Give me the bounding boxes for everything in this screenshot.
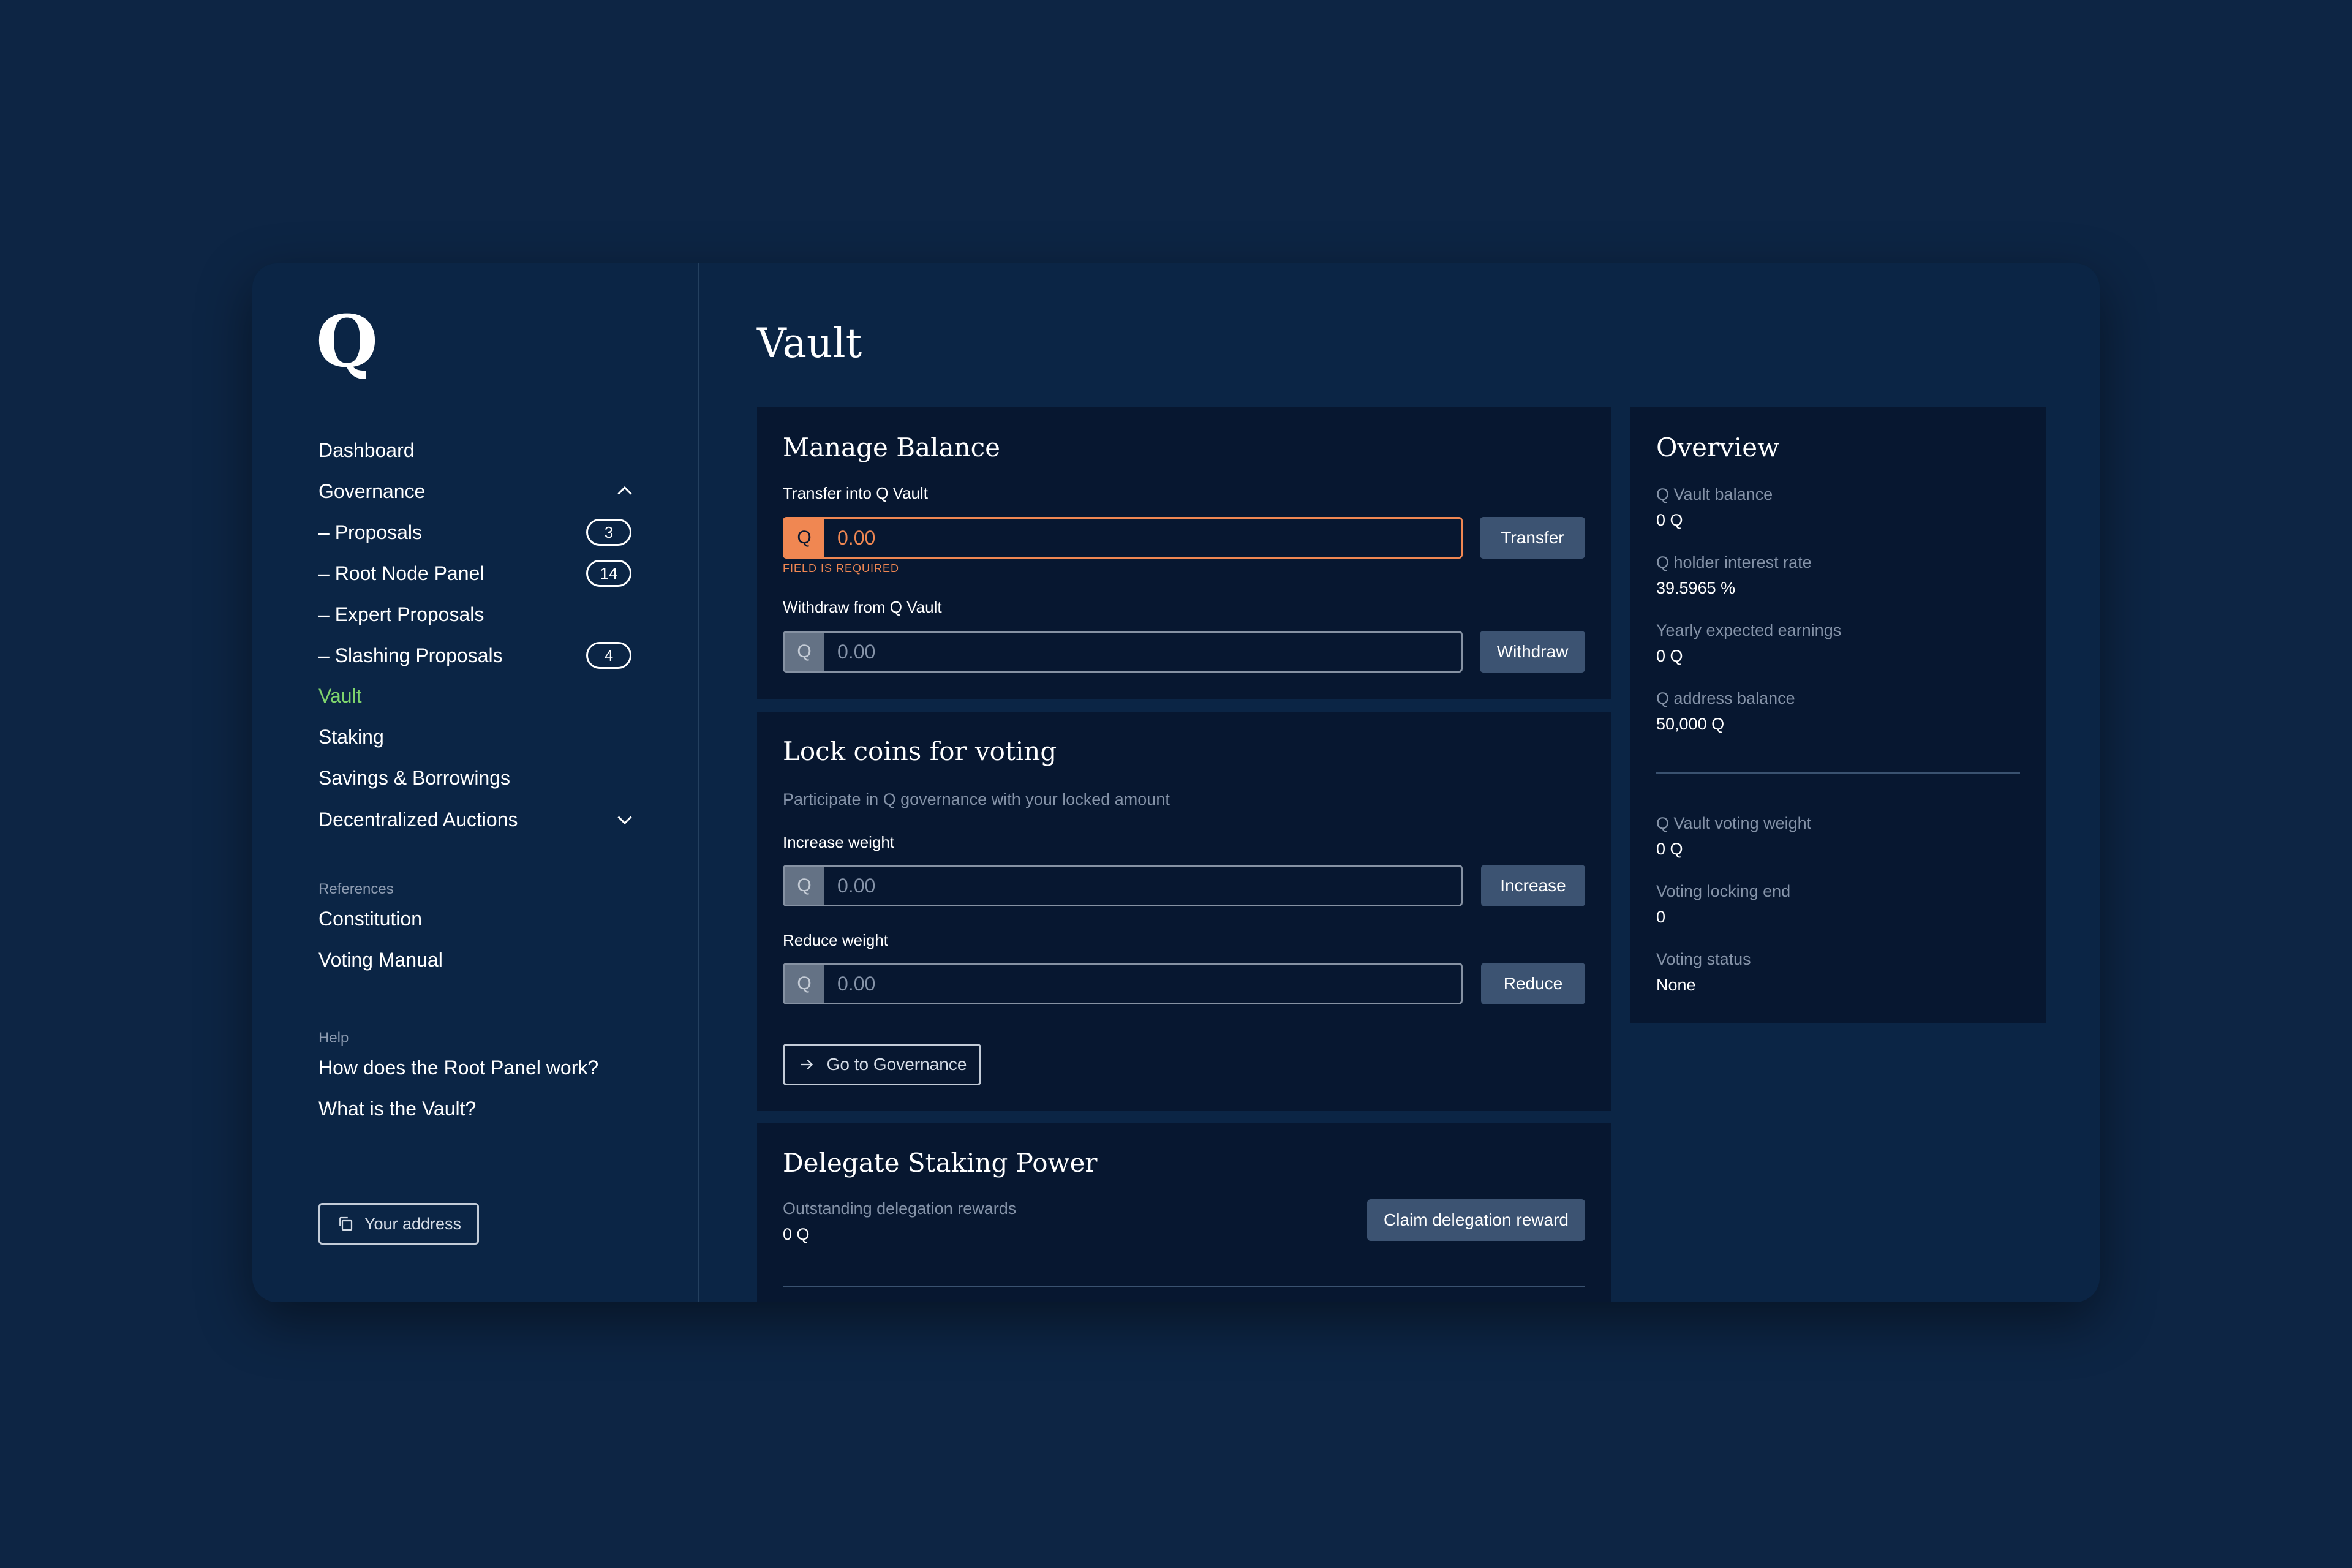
increase-button[interactable]: Increase xyxy=(1481,865,1585,907)
interest-rate-value: 39.5965 % xyxy=(1656,579,1736,597)
transfer-currency-prefix: Q xyxy=(785,519,824,557)
withdraw-amount-input[interactable] xyxy=(824,633,1461,671)
transfer-button[interactable]: Transfer xyxy=(1480,517,1585,559)
withdraw-button[interactable]: Withdraw xyxy=(1480,631,1585,673)
lock-coins-title: Lock coins for voting xyxy=(783,736,1057,766)
withdraw-currency-prefix: Q xyxy=(785,633,824,671)
transfer-error-text: FIELD IS REQUIRED xyxy=(783,562,900,575)
help-heading: Help xyxy=(318,1030,349,1046)
chevron-up-icon[interactable] xyxy=(614,480,636,502)
go-to-governance-button[interactable]: Go to Governance xyxy=(783,1044,981,1085)
yearly-earnings-value: 0 Q xyxy=(1656,647,1683,665)
voting-status-label: Voting status xyxy=(1656,950,1751,968)
reduce-weight-input[interactable] xyxy=(824,965,1461,1003)
delegate-card: Delegate Staking Power Outstanding deleg… xyxy=(757,1123,1611,1302)
nav-root-panel-help[interactable]: How does the Root Panel work? xyxy=(318,1055,598,1080)
transfer-input-group: Q xyxy=(783,517,1463,559)
nav-vault[interactable]: Vault xyxy=(318,684,362,708)
address-balance-label: Q address balance xyxy=(1656,689,1795,707)
q-logo[interactable]: Q xyxy=(316,306,378,377)
voting-locking-end-value: 0 xyxy=(1656,908,1666,926)
proposals-count-badge: 3 xyxy=(586,519,631,546)
overview-divider xyxy=(1656,772,2020,774)
nav-voting-manual[interactable]: Voting Manual xyxy=(318,948,443,972)
voting-weight-label: Q Vault voting weight xyxy=(1656,814,1812,832)
increase-weight-label: Increase weight xyxy=(783,833,895,851)
withdraw-input-group: Q xyxy=(783,631,1463,673)
your-address-label: Your address xyxy=(364,1214,462,1233)
nav-decentralized-auctions[interactable]: Decentralized Auctions xyxy=(318,807,518,832)
nav-dashboard[interactable]: Dashboard xyxy=(318,438,415,462)
nav-staking[interactable]: Staking xyxy=(318,725,384,749)
delegate-title: Delegate Staking Power xyxy=(783,1148,1098,1178)
go-to-governance-label: Go to Governance xyxy=(826,1055,967,1074)
reduce-weight-label: Reduce weight xyxy=(783,931,888,949)
increase-weight-input-group: Q xyxy=(783,865,1463,907)
reduce-weight-input-group: Q xyxy=(783,963,1463,1005)
vault-balance-value: 0 Q xyxy=(1656,511,1683,529)
references-heading: References xyxy=(318,881,394,897)
nav-savings-borrowings[interactable]: Savings & Borrowings xyxy=(318,766,510,790)
page-title: Vault xyxy=(757,320,862,367)
nav-vault-help[interactable]: What is the Vault? xyxy=(318,1096,476,1121)
nav-expert-proposals[interactable]: – Expert Proposals xyxy=(318,602,484,627)
reduce-button[interactable]: Reduce xyxy=(1481,963,1585,1005)
lock-coins-subtitle: Participate in Q governance with your lo… xyxy=(783,790,1170,809)
chevron-down-icon[interactable] xyxy=(614,809,636,831)
copy-icon xyxy=(339,1216,353,1231)
increase-weight-input[interactable] xyxy=(824,867,1461,905)
nav-root-node-panel[interactable]: – Root Node Panel xyxy=(318,561,484,586)
manage-balance-card: Manage Balance Transfer into Q Vault Q F… xyxy=(757,407,1611,699)
manage-balance-title: Manage Balance xyxy=(783,432,1001,462)
root-node-panel-count-badge: 14 xyxy=(586,560,631,587)
app-window: Q Dashboard Governance – Proposals 3 – R… xyxy=(252,263,2100,1302)
increase-currency-prefix: Q xyxy=(785,867,824,905)
reduce-currency-prefix: Q xyxy=(785,965,824,1003)
nav-proposals[interactable]: – Proposals xyxy=(318,520,422,545)
your-address-button[interactable]: Your address xyxy=(318,1203,479,1245)
voting-weight-value: 0 Q xyxy=(1656,840,1683,858)
voting-locking-end-label: Voting locking end xyxy=(1656,882,1791,900)
arrow-right-icon xyxy=(800,1059,813,1070)
nav-constitution[interactable]: Constitution xyxy=(318,907,422,931)
transfer-amount-input[interactable] xyxy=(824,519,1461,557)
claim-delegation-reward-button[interactable]: Claim delegation reward xyxy=(1367,1199,1585,1241)
transfer-label: Transfer into Q Vault xyxy=(783,484,928,502)
main-content: Vault Manage Balance Transfer into Q Vau… xyxy=(699,263,2100,1302)
delegation-rewards-label: Outstanding delegation rewards xyxy=(783,1199,1017,1218)
delegate-divider xyxy=(783,1286,1585,1287)
vault-balance-label: Q Vault balance xyxy=(1656,485,1773,503)
sidebar: Q Dashboard Governance – Proposals 3 – R… xyxy=(252,263,699,1302)
slashing-proposals-count-badge: 4 xyxy=(586,642,631,669)
yearly-earnings-label: Yearly expected earnings xyxy=(1656,621,1842,639)
lock-coins-card: Lock coins for voting Participate in Q g… xyxy=(757,712,1611,1111)
overview-card: Overview Q Vault balance 0 Q Q holder in… xyxy=(1630,407,2046,1023)
delegation-rewards-value: 0 Q xyxy=(783,1225,810,1243)
nav-slashing-proposals[interactable]: – Slashing Proposals xyxy=(318,643,503,668)
overview-title: Overview xyxy=(1656,432,1780,462)
voting-status-value: None xyxy=(1656,976,1696,994)
nav-governance[interactable]: Governance xyxy=(318,479,425,503)
withdraw-label: Withdraw from Q Vault xyxy=(783,598,942,616)
address-balance-value: 50,000 Q xyxy=(1656,715,1725,733)
interest-rate-label: Q holder interest rate xyxy=(1656,553,1812,571)
